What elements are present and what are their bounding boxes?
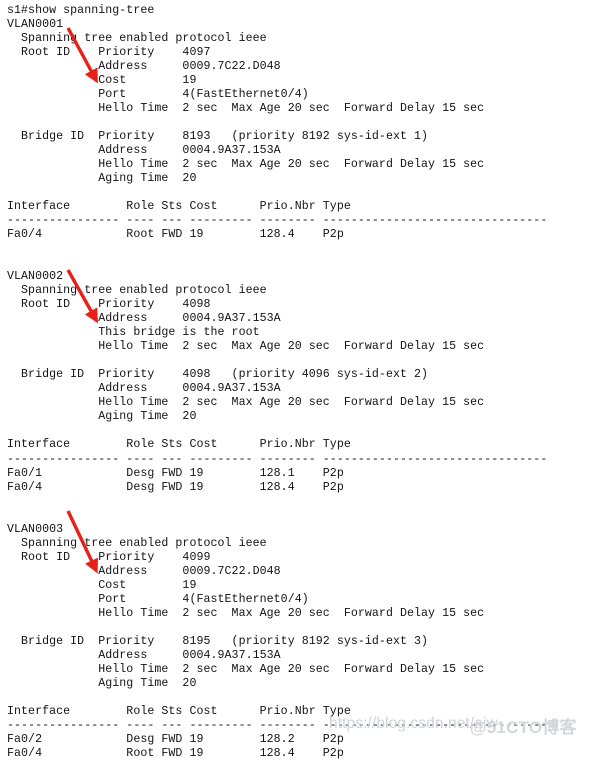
spanning-tree-output-text: s1#show spanning-tree VLAN0001 Spanning … xyxy=(7,4,548,760)
terminal-console[interactable]: s1#show spanning-tree VLAN0001 Spanning … xyxy=(0,0,589,760)
